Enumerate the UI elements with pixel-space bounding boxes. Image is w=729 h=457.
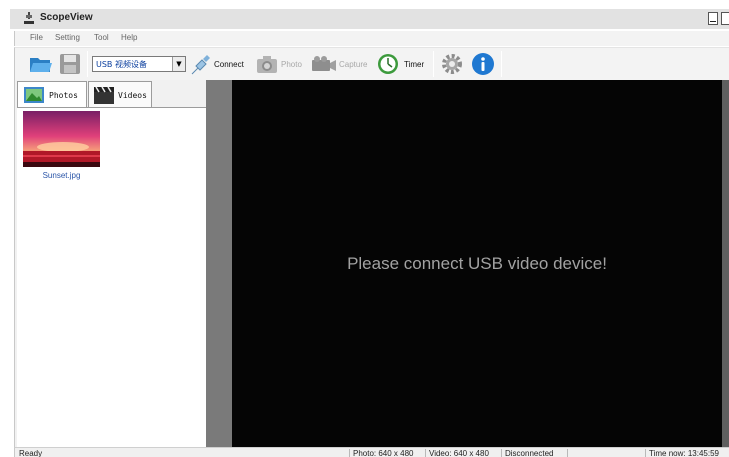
photo-label: Photo bbox=[281, 60, 302, 69]
status-empty bbox=[567, 449, 645, 457]
app-icon bbox=[24, 12, 34, 24]
info-icon[interactable] bbox=[471, 52, 495, 76]
sunset-thumbnail[interactable] bbox=[23, 111, 100, 167]
tab-photos-label: Photos bbox=[49, 91, 78, 100]
splitter-handle[interactable] bbox=[206, 80, 232, 447]
menu-help[interactable]: Help bbox=[121, 33, 137, 42]
video-preview: Please connect USB video device! bbox=[232, 80, 722, 447]
folder-open-icon[interactable] bbox=[29, 54, 53, 74]
clapperboard-icon bbox=[94, 86, 114, 104]
chevron-down-icon[interactable]: ▼ bbox=[172, 57, 185, 71]
toolbar-separator bbox=[501, 51, 502, 77]
device-select[interactable]: USB 视频设备 ▼ bbox=[92, 56, 186, 72]
toolbar-separator bbox=[87, 51, 88, 77]
status-bar: Ready Photo: 640 x 480 Video: 640 x 480 … bbox=[14, 447, 729, 457]
toolbar: USB 视频设备 ▼ Connect Photo Capture Timer bbox=[14, 47, 729, 80]
photo-list: Sunset.jpg bbox=[17, 107, 207, 447]
status-clock: Time now: 13:45:59 bbox=[645, 449, 729, 457]
tab-videos-label: Videos bbox=[118, 91, 147, 100]
video-status-message: Please connect USB video device! bbox=[347, 254, 607, 273]
timer-label[interactable]: Timer bbox=[404, 60, 424, 69]
maximize-button[interactable] bbox=[721, 12, 729, 25]
thumbnail-panel: Photos Videos Sunset.jpg bbox=[14, 80, 207, 447]
timer-icon[interactable] bbox=[377, 53, 399, 75]
menu-file[interactable]: File bbox=[30, 33, 43, 42]
status-photo-resolution: Photo: 640 x 480 bbox=[349, 449, 425, 457]
toolbar-separator bbox=[433, 51, 434, 77]
camera-icon bbox=[257, 56, 277, 73]
menu-tool[interactable]: Tool bbox=[94, 33, 109, 42]
right-edge bbox=[722, 80, 729, 447]
list-item-label: Sunset.jpg bbox=[42, 171, 81, 180]
minimize-button[interactable] bbox=[708, 12, 718, 25]
video-camera-icon bbox=[312, 56, 336, 71]
capture-label: Capture bbox=[339, 60, 368, 69]
tab-photos[interactable]: Photos bbox=[17, 81, 87, 108]
settings-gear-icon[interactable] bbox=[441, 53, 463, 75]
save-icon[interactable] bbox=[59, 53, 81, 75]
device-select-value: USB 视频设备 bbox=[96, 60, 147, 69]
menu-bar: File Setting Tool Help bbox=[14, 31, 729, 46]
connect-label[interactable]: Connect bbox=[214, 60, 244, 69]
menu-setting[interactable]: Setting bbox=[55, 33, 80, 42]
photos-icon bbox=[24, 87, 44, 103]
usb-plug-icon[interactable] bbox=[189, 53, 211, 77]
tab-videos[interactable]: Videos bbox=[88, 81, 152, 107]
status-ready: Ready bbox=[19, 449, 43, 457]
status-video-resolution: Video: 640 x 480 bbox=[425, 449, 501, 457]
title-bar: ScopeView bbox=[10, 9, 729, 29]
window-title: ScopeView bbox=[40, 12, 93, 23]
status-connection: Disconnected bbox=[501, 449, 567, 457]
